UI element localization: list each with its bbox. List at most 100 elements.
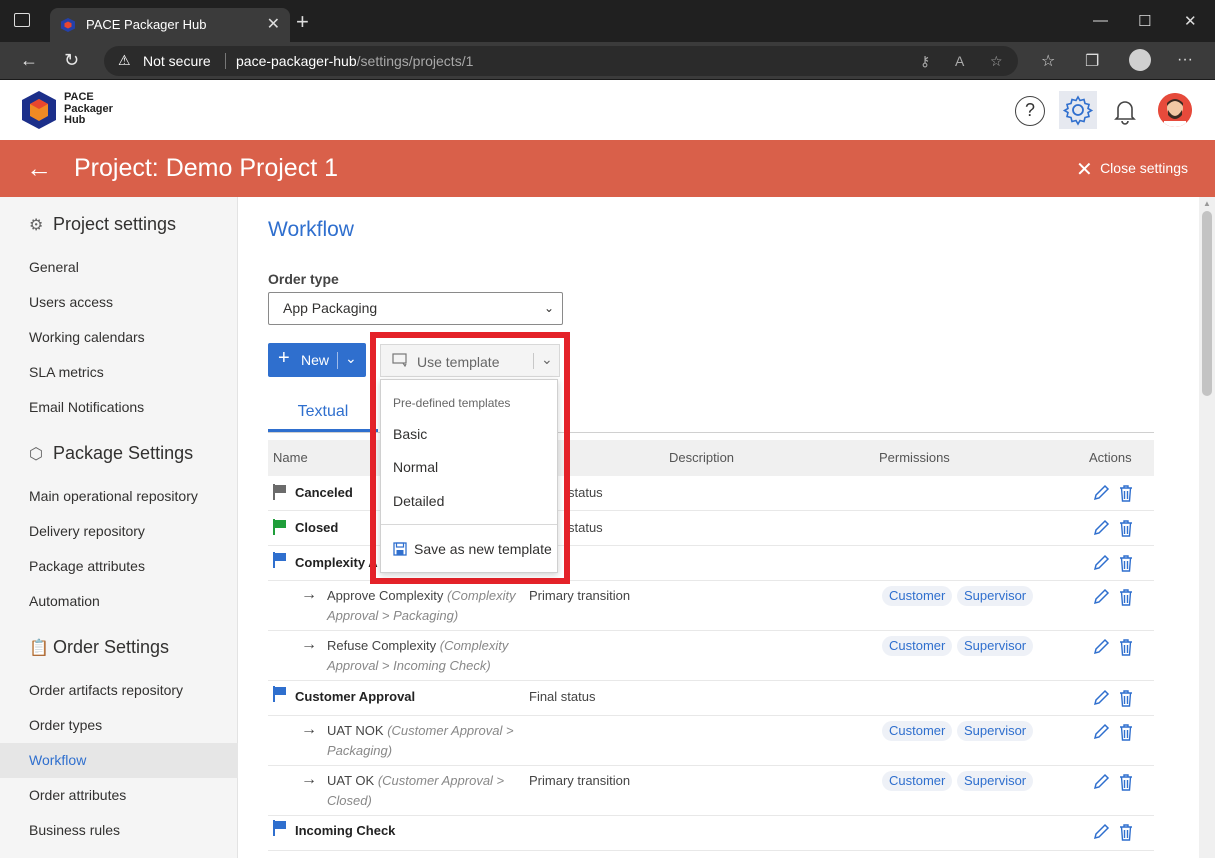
save-as-new-template-button[interactable]: Save as new template	[393, 541, 552, 557]
pace-logo-icon[interactable]	[21, 90, 57, 130]
url-field[interactable]: ⚠ Not secure pace-packager-hub/settings/…	[104, 46, 1018, 76]
more-menu-icon[interactable]: ···	[1177, 51, 1193, 69]
help-icon[interactable]: ?	[1015, 96, 1045, 126]
sidebar-item-automation[interactable]: Automation	[0, 584, 238, 619]
browser-profile-icon[interactable]	[1129, 49, 1151, 71]
table-row: → Approve Complexity (Complexity Approval…	[268, 581, 1154, 631]
edit-pencil-icon[interactable]	[1092, 554, 1110, 572]
predefined-templates-heading: Pre-defined templates	[393, 396, 511, 410]
refresh-icon[interactable]: ↻	[64, 50, 79, 71]
sidebar-item-business-rules[interactable]: Business rules	[0, 813, 238, 848]
scrollbar-thumb[interactable]	[1202, 211, 1212, 396]
permission-chip: Supervisor	[957, 771, 1034, 791]
use-template-button[interactable]: Use template ⌄	[380, 344, 560, 377]
key-icon[interactable]: ⚷	[920, 53, 930, 70]
add-favorite-icon[interactable]: ☆	[990, 53, 1003, 70]
edit-pencil-icon[interactable]	[1092, 484, 1110, 502]
project-settings-title: Project settings	[53, 214, 177, 234]
delete-trash-icon[interactable]	[1118, 723, 1134, 741]
flag-blue-icon	[273, 552, 286, 568]
app-header: PACE Packager Hub ?	[0, 80, 1215, 140]
edit-pencil-icon[interactable]	[1092, 519, 1110, 537]
status-description: Final status	[529, 689, 596, 704]
sidebar-item-working-calendars[interactable]: Working calendars	[0, 320, 238, 355]
chevron-down-icon[interactable]: ⌄	[541, 351, 553, 368]
edit-pencil-icon[interactable]	[1092, 823, 1110, 841]
edit-pencil-icon[interactable]	[1092, 689, 1110, 707]
sidebar-item-order-artifacts-repository[interactable]: Order artifacts repository	[0, 673, 238, 708]
minimize-button[interactable]: —	[1093, 12, 1108, 29]
template-basic[interactable]: Basic	[393, 426, 427, 442]
read-aloud-icon[interactable]: A	[955, 53, 964, 69]
sidebar-item-delivery-repository[interactable]: Delivery repository	[0, 514, 238, 549]
order-settings-header: 📋 Order Settings	[29, 637, 169, 658]
maximize-button[interactable]: ☐	[1138, 12, 1151, 30]
template-normal[interactable]: Normal	[393, 459, 438, 475]
edit-pencil-icon[interactable]	[1092, 773, 1110, 791]
window-close-button[interactable]: ✕	[1184, 12, 1197, 30]
column-description: Description	[669, 450, 735, 465]
permission-chip: Supervisor	[957, 636, 1034, 656]
status-description: status	[568, 485, 603, 500]
delete-trash-icon[interactable]	[1118, 773, 1134, 791]
transition-arrow-icon: →	[301, 636, 317, 653]
delete-trash-icon[interactable]	[1118, 484, 1134, 502]
favorites-icon[interactable]: ☆	[1041, 51, 1055, 71]
sidebar-item-general[interactable]: General	[0, 250, 238, 285]
user-avatar[interactable]	[1158, 93, 1192, 127]
table-row: → UAT OK (Customer Approval > Closed) Pri…	[268, 766, 1154, 816]
sidebar-item-main-operational-repository[interactable]: Main operational repository	[0, 479, 238, 514]
tab-textual[interactable]: Textual	[268, 396, 378, 432]
new-button[interactable]: + New ⌄	[268, 343, 366, 377]
transition-name: Refuse Complexity (Complexity Approval > …	[327, 636, 522, 676]
scroll-up-icon[interactable]: ▲	[1203, 199, 1211, 208]
browser-titlebar: PACE Packager Hub ✕ + — ☐ ✕	[0, 0, 1215, 42]
back-arrow-icon[interactable]: ←	[26, 153, 52, 184]
sidebar-item-order-attributes[interactable]: Order attributes	[0, 778, 238, 813]
delete-trash-icon[interactable]	[1118, 823, 1134, 841]
delete-trash-icon[interactable]	[1118, 638, 1134, 656]
delete-trash-icon[interactable]	[1118, 588, 1134, 606]
status-name: Incoming Check	[295, 823, 396, 838]
main-scrollbar[interactable]: ▲	[1199, 197, 1215, 858]
collections-icon[interactable]: ❐	[1085, 51, 1099, 71]
delete-trash-icon[interactable]	[1118, 554, 1134, 572]
sidebar-item-users-access[interactable]: Users access	[0, 285, 238, 320]
transition-name: UAT OK (Customer Approval > Closed)	[327, 771, 522, 811]
package-settings-title: Package Settings	[53, 443, 194, 463]
address-bar-row: ← ↻ ⚠ Not secure pace-packager-hub/setti…	[0, 42, 1215, 80]
template-detailed[interactable]: Detailed	[393, 493, 444, 509]
tab-close-icon[interactable]: ✕	[267, 14, 280, 34]
gear-icon: ⚙	[29, 217, 44, 234]
package-settings-header: ⬡ Package Settings	[29, 443, 193, 464]
sidebar-item-package-attributes[interactable]: Package attributes	[0, 549, 238, 584]
close-settings-button[interactable]: Close settings	[1100, 160, 1188, 176]
sidebar-item-sla-metrics[interactable]: SLA metrics	[0, 355, 238, 390]
sidebar-item-order-types[interactable]: Order types	[0, 708, 238, 743]
close-icon[interactable]: ✕	[1076, 157, 1093, 182]
settings-gear-button[interactable]	[1059, 91, 1097, 129]
chevron-down-icon[interactable]: ⌄	[345, 350, 357, 367]
status-name: Closed	[295, 520, 339, 535]
project-settings-header: ⚙ Project settings	[29, 214, 176, 235]
save-disk-icon	[393, 542, 407, 556]
bell-icon[interactable]	[1110, 96, 1144, 130]
sidebar-item-workflow[interactable]: Workflow	[0, 743, 238, 778]
new-tab-button[interactable]: +	[296, 9, 309, 35]
browser-tab[interactable]: PACE Packager Hub ✕	[50, 8, 290, 42]
delete-trash-icon[interactable]	[1118, 519, 1134, 537]
transition-detail: Approval > Incoming Check)	[327, 658, 491, 673]
edit-pencil-icon[interactable]	[1092, 588, 1110, 606]
split-divider	[533, 353, 534, 369]
delete-trash-icon[interactable]	[1118, 689, 1134, 707]
security-label[interactable]: Not secure	[143, 53, 211, 69]
sidebar-item-email-notifications[interactable]: Email Notifications	[0, 390, 238, 425]
transition-label: UAT NOK	[327, 723, 384, 738]
url-text: pace-packager-hub/settings/projects/1	[236, 53, 473, 69]
order-type-select[interactable]: App Packaging ⌄	[268, 292, 563, 325]
back-arrow-icon[interactable]: ←	[20, 50, 38, 71]
permission-chip: Customer	[882, 586, 953, 606]
edit-pencil-icon[interactable]	[1092, 638, 1110, 656]
tab-actions-icon[interactable]	[14, 13, 30, 27]
edit-pencil-icon[interactable]	[1092, 723, 1110, 741]
